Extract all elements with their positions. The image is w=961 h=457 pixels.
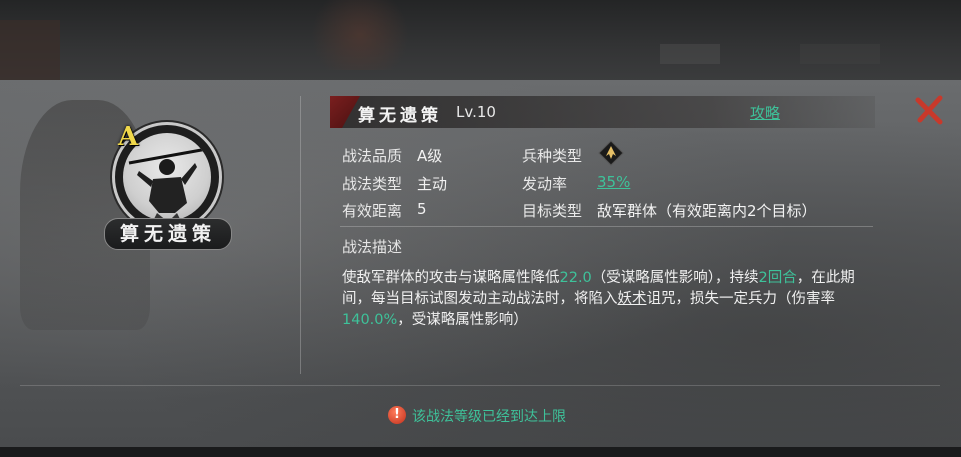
notice-text: 该战法等级已经到达上限	[412, 409, 566, 425]
trigger-rate-label: 发动率	[522, 175, 568, 193]
horizontal-divider	[20, 385, 940, 386]
section-divider	[340, 226, 873, 227]
description-text: 使敌军群体的攻击与谋略属性降低	[342, 270, 560, 286]
background-tab	[660, 44, 720, 64]
background-figure	[0, 20, 60, 80]
skill-avatar: A	[112, 122, 222, 232]
guide-link[interactable]: 攻略	[750, 102, 780, 123]
background-scene	[0, 0, 961, 80]
skill-description: 使敌军群体的攻击与谋略属性降低22.0（受谋略属性影响），持续2回合，在此期间，…	[342, 268, 882, 331]
skill-name-plate: 算无遗策	[104, 218, 232, 250]
description-text: （受谋略属性影响），持续	[591, 270, 759, 286]
status-link[interactable]: 妖术	[618, 291, 647, 307]
background-figure	[300, 0, 420, 70]
description-value: 2回合	[758, 270, 797, 286]
skill-type-value: 主动	[417, 175, 448, 193]
quality-label: 战法品质	[342, 147, 403, 165]
troop-type-icon	[598, 140, 624, 166]
close-button[interactable]	[914, 94, 946, 126]
troop-type-icon	[598, 140, 624, 166]
range-value: 5	[417, 200, 427, 218]
skill-level: Lv.10	[456, 103, 496, 121]
trigger-rate-value[interactable]: 35%	[597, 173, 630, 191]
close-icon	[915, 95, 943, 125]
skill-detail-panel: A 算无遗策 算无遗策 Lv.10 攻略 战法品质 A级 兵种类型 战法类型 主…	[0, 80, 961, 447]
description-title: 战法描述	[342, 238, 403, 256]
skill-grade-badge: A	[118, 122, 139, 152]
quality-value: A级	[417, 147, 443, 165]
title-accent	[330, 96, 360, 128]
description-value: 140.0%	[342, 312, 398, 328]
background-bottom	[0, 447, 961, 457]
background-tab	[800, 44, 880, 64]
description-text: ，受谋略属性影响）	[397, 312, 528, 328]
target-type-label: 目标类型	[522, 202, 583, 220]
skill-type-label: 战法类型	[342, 175, 403, 193]
warning-icon: !	[388, 406, 406, 424]
skill-title-bar: 算无遗策 Lv.10 攻略	[330, 96, 875, 128]
target-type-value: 敌军群体（有效距离内2个目标）	[597, 202, 817, 220]
description-value: 22.0	[559, 270, 592, 286]
vertical-divider	[300, 96, 301, 374]
troop-type-label: 兵种类型	[522, 147, 583, 165]
range-label: 有效距离	[342, 202, 403, 220]
description-text: 诅咒，损失一定兵力（伤害率	[646, 291, 836, 307]
skill-title: 算无遗策	[358, 106, 442, 126]
